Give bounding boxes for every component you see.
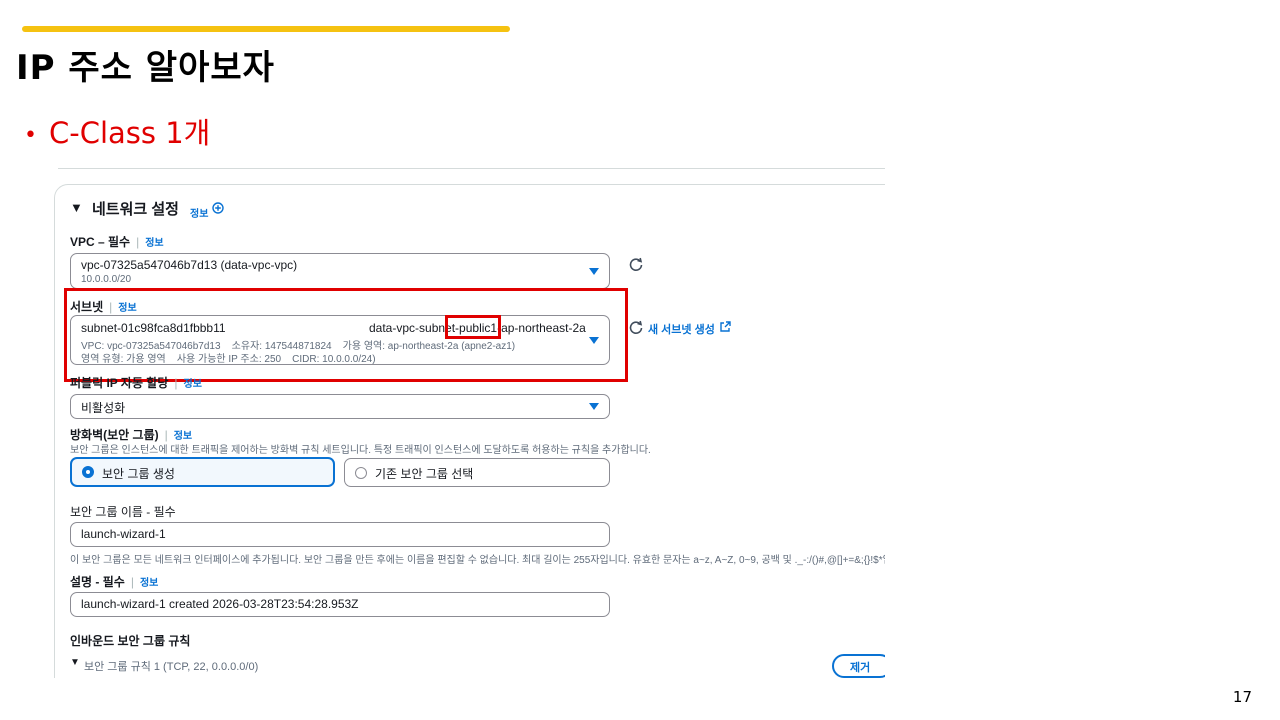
top-divider	[58, 168, 885, 169]
vpc-select[interactable]: vpc-07325a547046b7d13 (data-vpc-vpc) 10.…	[70, 253, 610, 289]
title-accent-bar	[22, 26, 510, 32]
vpc-label-row: VPC – 필수 | 정보	[70, 235, 164, 249]
description-input[interactable]: launch-wizard-1 created 2026-03-28T23:54…	[70, 592, 610, 617]
bullet-text: C-Class 1개	[48, 116, 211, 150]
public-ip-value: 비활성화	[81, 401, 126, 415]
radio-create-sg-label: 보안 그룹 생성	[102, 467, 175, 481]
bullet-dot: •	[24, 122, 37, 148]
vpc-label: VPC – 필수	[70, 235, 131, 249]
slide-title: IP 주소 알아보자	[16, 48, 275, 88]
section-info-link[interactable]: 정보	[190, 205, 208, 220]
inbound-rule-1: 보안 그룹 규칙 1 (TCP, 22, 0.0.0.0/0)	[84, 661, 259, 673]
aws-screenshot: ▼ 네트워크 설정 정보 VPC – 필수 | 정보 vpc-07325a54704…	[40, 160, 885, 678]
radio-selected-icon[interactable]	[82, 466, 94, 478]
vpc-refresh-icon[interactable]	[628, 257, 644, 273]
radio-select-existing-label: 기존 보안 그룹 선택	[375, 467, 474, 481]
firewall-description: 보안 그룹은 인스턴스에 대한 트래픽을 제어하는 방화벽 규칙 세트입니다. …	[70, 445, 651, 456]
description-label-row: 설명 - 필수 | 정보	[70, 575, 159, 589]
chevron-down-icon	[589, 403, 599, 410]
remove-rule-button-label: 제거	[850, 662, 871, 674]
sg-name-input[interactable]: launch-wizard-1	[70, 522, 610, 547]
sg-name-value: launch-wizard-1	[81, 527, 166, 541]
radio-create-sg[interactable]: 보안 그룹 생성	[70, 457, 335, 487]
firewall-label: 방화벽(보안 그룹)	[70, 428, 159, 442]
bullet-item: • C-Class 1개	[24, 110, 210, 152]
public-ip-label: 퍼블릭 IP 자동 할당	[70, 376, 169, 390]
description-value: launch-wizard-1 created 2026-03-28T23:54…	[81, 597, 359, 611]
remove-rule-button[interactable]: 제거	[832, 654, 885, 678]
collapse-caret-icon[interactable]: ▼	[70, 200, 83, 215]
subnet-refresh-icon[interactable]	[628, 320, 644, 336]
rule-expand-caret-icon[interactable]: ▼	[70, 657, 80, 668]
section-title: 네트워크 설정	[92, 201, 179, 218]
external-link-icon[interactable]	[720, 321, 731, 332]
radio-unselected-icon[interactable]	[355, 467, 367, 479]
public-ip-label-row: 퍼블릭 IP 자동 할당 | 정보	[70, 376, 202, 390]
vpc-info-link[interactable]: 정보	[145, 238, 163, 249]
sg-name-hint: 이 보안 그룹은 모든 네트워크 인터페이스에 추가됩니다. 보안 그룹을 만든…	[70, 555, 885, 566]
radio-select-existing-sg[interactable]: 기존 보안 그룹 선택	[344, 458, 610, 487]
chevron-down-icon	[589, 268, 599, 275]
description-info-link[interactable]: 정보	[140, 578, 158, 589]
plus-circle-icon[interactable]	[212, 202, 224, 214]
public-ip-select[interactable]: 비활성화	[70, 394, 610, 419]
description-label: 설명 - 필수	[70, 575, 125, 589]
create-subnet-link[interactable]: 새 서브넷 생성	[648, 321, 715, 337]
subnet-highlight-box	[64, 288, 628, 382]
vpc-cidr: 10.0.0.0/20	[81, 274, 132, 285]
inbound-rules-label: 인바운드 보안 그룹 규칙	[70, 634, 191, 648]
public-ip-info-link[interactable]: 정보	[184, 379, 202, 390]
public1-highlight-box	[445, 315, 501, 339]
sg-name-label: 보안 그룹 이름 - 필수	[70, 505, 176, 519]
page-number: 17	[1232, 688, 1252, 706]
vpc-select-value: vpc-07325a547046b7d13 (data-vpc-vpc)	[81, 258, 298, 272]
